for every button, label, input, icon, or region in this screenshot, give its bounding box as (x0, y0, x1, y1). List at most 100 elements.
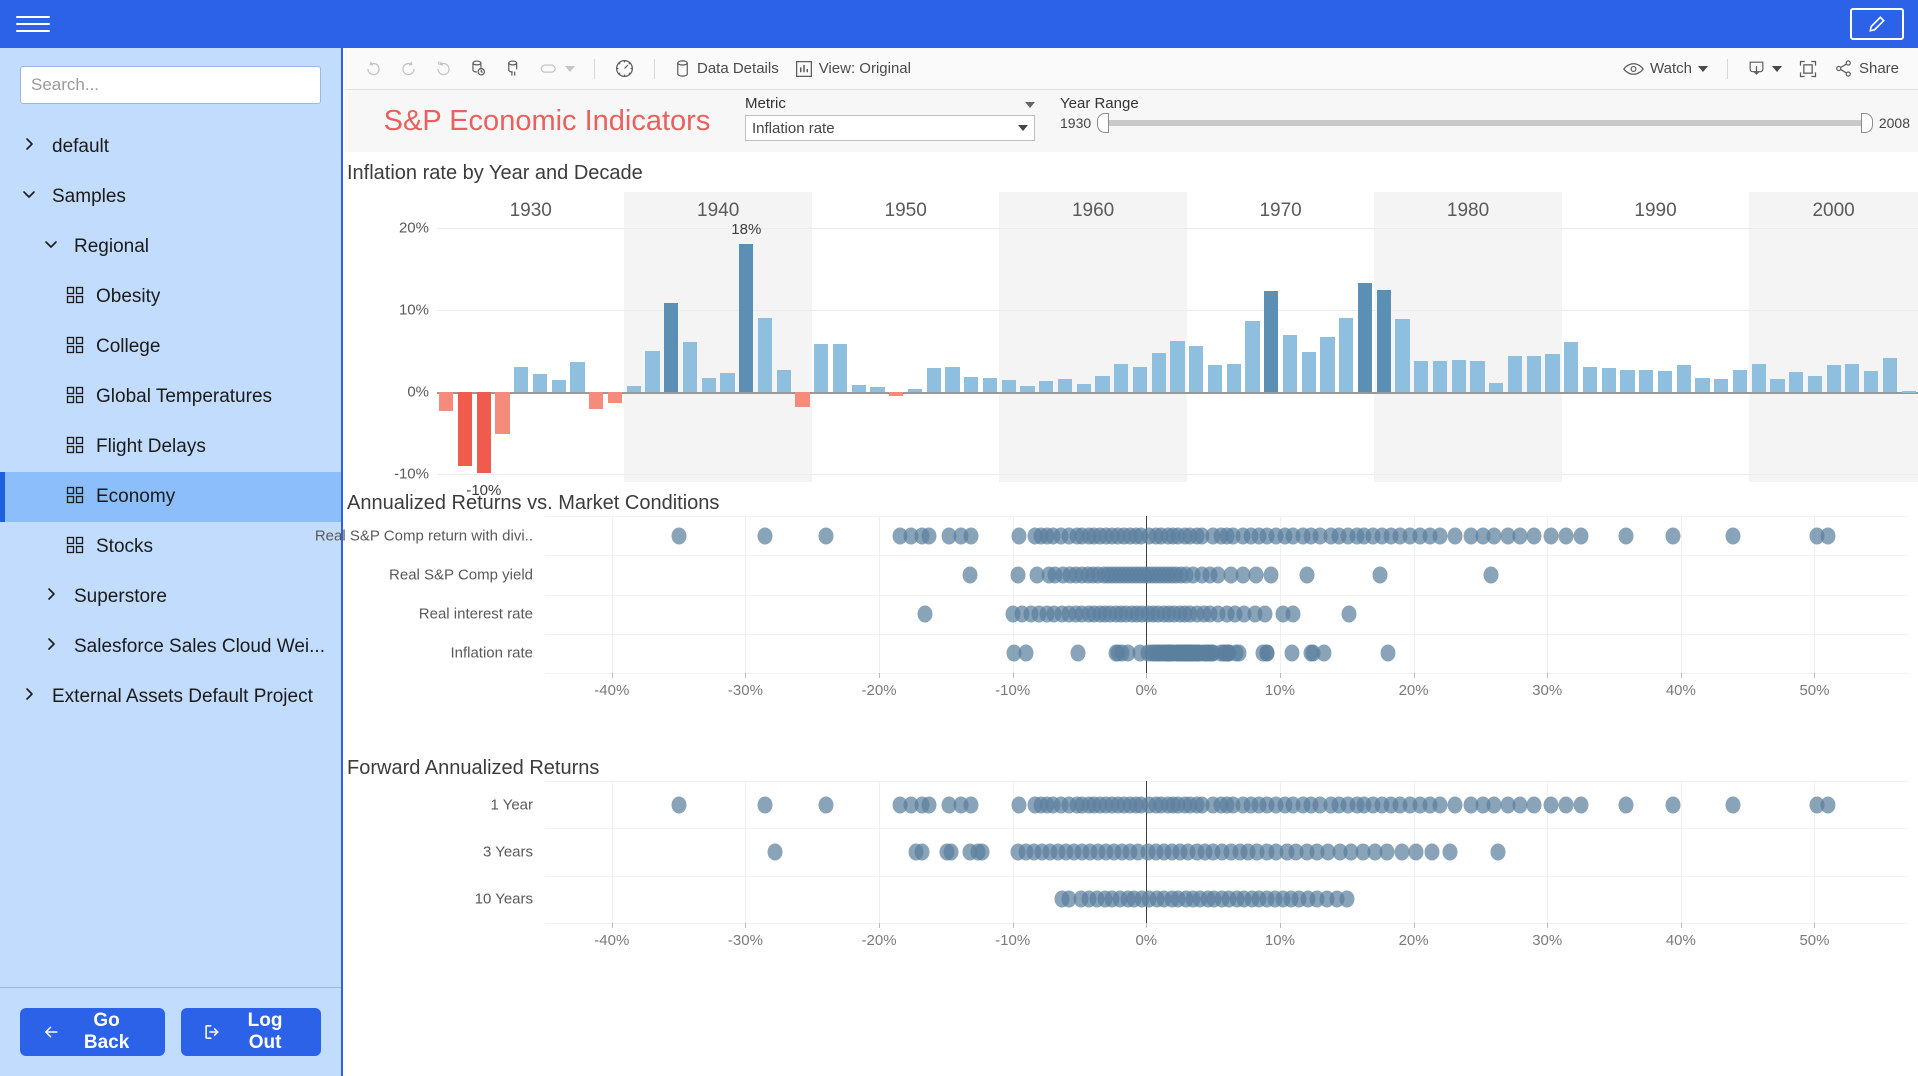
data-point[interactable] (1285, 605, 1301, 623)
bar[interactable] (607, 391, 623, 404)
data-point[interactable] (1526, 527, 1542, 545)
bar[interactable] (1432, 360, 1448, 392)
bar[interactable] (570, 362, 585, 392)
chevron-down-icon[interactable] (22, 187, 42, 207)
data-point[interactable] (963, 527, 979, 545)
redo-button[interactable] (392, 53, 425, 85)
bar[interactable] (1639, 369, 1654, 392)
chevron-right-icon[interactable] (44, 637, 64, 657)
bar[interactable] (982, 378, 998, 392)
bar[interactable] (645, 351, 660, 392)
chevron-right-icon[interactable] (44, 587, 64, 607)
data-point[interactable] (1248, 566, 1264, 584)
data-point[interactable] (818, 796, 834, 814)
revert-button[interactable] (427, 53, 460, 85)
refresh-data-button[interactable] (462, 53, 495, 85)
download-button[interactable] (1740, 53, 1789, 85)
bar[interactable] (1376, 289, 1391, 392)
bar[interactable] (1770, 378, 1785, 392)
sidebar-item-economy[interactable]: Economy (0, 472, 341, 522)
data-point[interactable] (1490, 843, 1506, 861)
data-point[interactable] (1820, 796, 1836, 814)
custom-views-button[interactable] (532, 53, 582, 85)
data-point[interactable] (962, 566, 978, 584)
chevron-right-icon[interactable] (22, 687, 42, 707)
sidebar-item-flight-delays[interactable]: Flight Delays (0, 422, 341, 472)
bar[interactable] (1301, 351, 1316, 392)
view-original-button[interactable]: View: Original (788, 53, 918, 85)
bar[interactable] (532, 373, 548, 392)
bar[interactable] (1132, 367, 1148, 392)
undo-button[interactable] (357, 53, 390, 85)
data-point[interactable] (1725, 796, 1741, 814)
bar[interactable] (1489, 382, 1504, 392)
data-point[interactable] (1394, 843, 1410, 861)
pause-updates-button[interactable] (497, 53, 530, 85)
bar[interactable] (1714, 378, 1729, 392)
search-input[interactable] (20, 66, 321, 104)
bar[interactable] (1189, 346, 1204, 392)
bar[interactable] (1545, 354, 1560, 392)
bar[interactable] (1414, 360, 1429, 392)
bar[interactable] (589, 391, 604, 410)
bar[interactable] (1020, 386, 1035, 392)
data-point[interactable] (1665, 796, 1681, 814)
bar[interactable] (757, 318, 773, 392)
bar[interactable] (720, 373, 735, 392)
data-point[interactable] (943, 843, 959, 861)
data-point[interactable] (1299, 566, 1315, 584)
bar[interactable] (1564, 341, 1579, 392)
data-point[interactable] (1573, 527, 1589, 545)
bar[interactable] (1451, 360, 1466, 392)
bar[interactable] (1882, 358, 1897, 392)
sidebar-item-regional[interactable]: Regional (0, 222, 341, 272)
bar[interactable] (926, 368, 941, 392)
data-point[interactable] (1408, 843, 1424, 861)
bar[interactable] (1282, 335, 1298, 392)
bar[interactable] (1526, 355, 1541, 392)
bar[interactable] (701, 378, 716, 392)
bar[interactable] (457, 391, 473, 466)
data-point[interactable] (1379, 843, 1395, 861)
bar[interactable] (1057, 378, 1073, 392)
data-point[interactable] (1341, 605, 1357, 623)
chevron-right-icon[interactable] (22, 137, 42, 157)
data-point[interactable] (1432, 527, 1448, 545)
data-point[interactable] (1725, 527, 1741, 545)
sidebar-item-samples[interactable]: Samples (0, 172, 341, 222)
bar[interactable] (1695, 378, 1710, 392)
chevron-down-icon[interactable] (44, 237, 64, 257)
bar[interactable] (1732, 369, 1748, 392)
bar[interactable] (1039, 381, 1054, 392)
data-point[interactable] (1011, 527, 1027, 545)
bar[interactable] (776, 369, 791, 392)
data-point[interactable] (1526, 796, 1542, 814)
watch-button[interactable]: Watch (1616, 53, 1715, 85)
sidebar-item-college[interactable]: College (0, 322, 341, 372)
bar[interactable] (1001, 380, 1016, 392)
bar[interactable] (1207, 364, 1223, 392)
bar[interactable] (1751, 364, 1766, 392)
bar[interactable] (1226, 364, 1241, 392)
data-point[interactable] (1011, 796, 1027, 814)
bar[interactable] (814, 344, 829, 392)
bar[interactable] (495, 391, 510, 434)
data-point[interactable] (767, 843, 783, 861)
data-point[interactable] (818, 527, 834, 545)
sidebar-item-external-assets-default-project[interactable]: External Assets Default Project (0, 672, 341, 722)
data-point[interactable] (1820, 527, 1836, 545)
data-point[interactable] (1543, 796, 1559, 814)
dot-chart-2-plot[interactable]: 1 Year 3 Years 10 Years -40% -30% -20% -10% 0% 1… (475, 781, 1908, 961)
sidebar-item-stocks[interactable]: Stocks (0, 522, 341, 572)
bar[interactable] (1114, 364, 1129, 392)
hamburger-menu-icon[interactable] (16, 11, 50, 37)
data-point[interactable] (917, 605, 932, 623)
data-point[interactable] (1231, 644, 1247, 662)
sidebar-item-global-temperatures[interactable]: Global Temperatures (0, 372, 341, 422)
bar[interactable] (1826, 364, 1841, 392)
bar[interactable] (889, 391, 904, 397)
sidebar-item-default[interactable]: default (0, 122, 341, 172)
bar[interactable] (476, 391, 491, 473)
bar[interactable] (1789, 372, 1804, 392)
bar[interactable] (964, 377, 979, 392)
